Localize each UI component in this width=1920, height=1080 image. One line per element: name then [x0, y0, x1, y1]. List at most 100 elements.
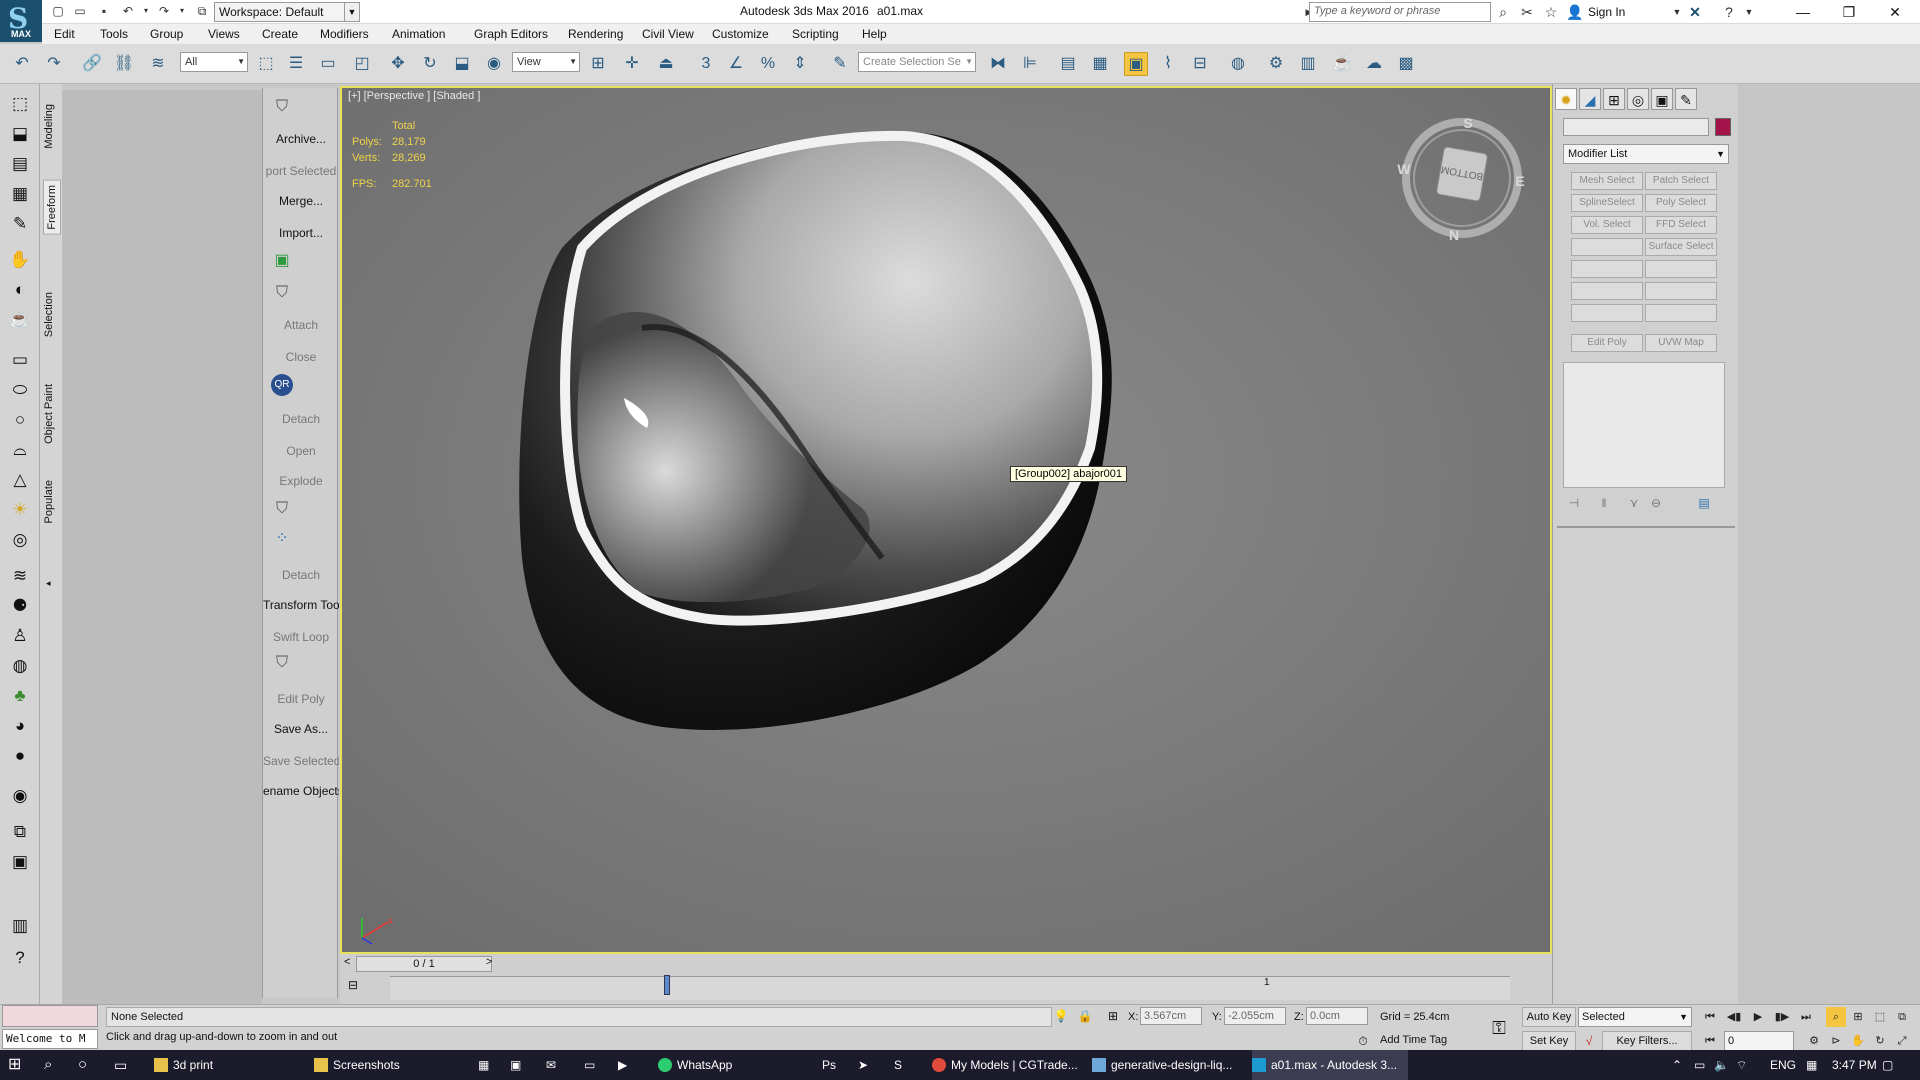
previous-frame-icon[interactable]: ◀▮: [1724, 1007, 1744, 1027]
tab-freeform[interactable]: Freeform: [43, 180, 61, 235]
chevron-down-icon[interactable]: ▼: [1668, 3, 1686, 21]
volume-icon[interactable]: 🔈: [1714, 1050, 1729, 1080]
menu-animation[interactable]: Animation: [392, 27, 445, 41]
bind-space-warp-icon[interactable]: ≋: [146, 52, 170, 76]
notification-icon[interactable]: ▢: [1882, 1050, 1893, 1080]
calendar-icon[interactable]: ▦: [1806, 1050, 1817, 1080]
key-mode-toggle-icon[interactable]: ⏮: [1700, 1031, 1720, 1051]
vol-select-button[interactable]: Vol. Select: [1571, 216, 1643, 234]
detach-button-2[interactable]: Detach: [263, 568, 339, 582]
save-icon[interactable]: ▪: [96, 3, 112, 19]
snaps-toggle-icon[interactable]: 3: [694, 52, 718, 76]
time-slider[interactable]: 0 / 1: [356, 956, 492, 972]
undo-icon[interactable]: ↶: [10, 52, 34, 76]
unlink-icon[interactable]: ⛓: [112, 52, 136, 76]
cortana-icon[interactable]: ○: [78, 1050, 102, 1080]
open-button[interactable]: Open: [263, 444, 339, 458]
percent-snap-icon[interactable]: %: [756, 52, 780, 76]
photoshop-icon[interactable]: Ps: [822, 1050, 842, 1080]
menu-customize[interactable]: Customize: [712, 27, 769, 41]
edit-poly-modifier-button[interactable]: Edit Poly: [1571, 334, 1643, 352]
select-by-name-icon[interactable]: ☰: [284, 52, 308, 76]
time-configuration-icon[interactable]: ⚙: [1804, 1031, 1824, 1051]
modifier-slot-empty-6[interactable]: [1571, 304, 1643, 322]
render-production-icon[interactable]: ☕: [1330, 52, 1354, 76]
time-prev-button[interactable]: <: [344, 956, 350, 968]
link-icon[interactable]: 🔗: [80, 52, 104, 76]
key-mode-dropdown[interactable]: Selected ▼: [1578, 1007, 1692, 1027]
tab-modeling[interactable]: Modeling: [43, 104, 55, 149]
taskbar-item-whatsapp[interactable]: WhatsApp: [658, 1050, 808, 1080]
remove-modifier-icon[interactable]: ⊖: [1647, 494, 1665, 512]
make-unique-icon[interactable]: ⋎: [1625, 494, 1643, 512]
uvw-map-button[interactable]: UVW Map: [1645, 334, 1717, 352]
menu-graph-editors[interactable]: Graph Editors: [474, 27, 548, 41]
task-view-icon[interactable]: ▭: [114, 1050, 138, 1080]
menu-views[interactable]: Views: [208, 27, 240, 41]
mini-curve-editor-icon[interactable]: ⊟: [348, 978, 358, 992]
help-icon[interactable]: ?: [8, 946, 32, 970]
menu-modifiers[interactable]: Modifiers: [320, 27, 369, 41]
maxscript-listener-input[interactable]: Welcome to M: [2, 1029, 98, 1049]
viewport-label[interactable]: [+] [Perspective ] [Shaded ]: [348, 90, 480, 102]
taskbar-item-generative-design[interactable]: generative-design-liq...: [1092, 1050, 1242, 1080]
isolate-selection-icon[interactable]: 💡: [1052, 1007, 1070, 1025]
layer-explorer-icon[interactable]: ▤: [1056, 52, 1080, 76]
tab-populate[interactable]: Populate: [43, 480, 55, 523]
teapot-icon[interactable]: ☕: [8, 308, 32, 332]
binoculars-icon[interactable]: ⌕: [1494, 3, 1512, 21]
globe-icon[interactable]: ◍: [8, 654, 32, 678]
taskbar-item-chrome[interactable]: My Models | CGTrade...: [932, 1050, 1082, 1080]
scene-explorer-icon[interactable]: ▣: [1124, 52, 1148, 76]
redo-dropdown-icon[interactable]: ▾: [174, 3, 190, 19]
paint-icon[interactable]: ✎: [8, 212, 32, 236]
language-indicator[interactable]: ENG: [1770, 1050, 1796, 1080]
z-coordinate-field[interactable]: 0.0cm: [1306, 1007, 1368, 1025]
utilities-tab-icon[interactable]: ✎: [1675, 88, 1697, 110]
key-tangents-icon[interactable]: √: [1580, 1032, 1598, 1050]
modifier-slot-empty-1[interactable]: [1571, 238, 1643, 256]
open-file-icon[interactable]: ▭: [72, 3, 88, 19]
zoom-icon[interactable]: ⌕: [1826, 1007, 1846, 1027]
cylinder-icon[interactable]: ⌓: [8, 438, 32, 462]
redo-icon[interactable]: ↷: [156, 3, 172, 19]
sphere-icon[interactable]: ○: [8, 408, 32, 432]
selection-lock-icon[interactable]: 🔒: [1076, 1007, 1094, 1025]
modifier-slot-empty-2[interactable]: [1571, 260, 1643, 278]
render-iterative-icon[interactable]: ☁: [1362, 52, 1386, 76]
swift-loop-button[interactable]: Swift Loop: [263, 630, 339, 644]
spinner-snap-icon[interactable]: ⇕: [788, 52, 812, 76]
select-manipulate-icon[interactable]: ✛: [620, 52, 644, 76]
modifier-list-dropdown[interactable]: Modifier List ▼: [1563, 144, 1729, 164]
mirror-icon[interactable]: ⧓: [986, 52, 1010, 76]
toggle-ribbon-icon[interactable]: ▦: [1088, 52, 1112, 76]
network-icon[interactable]: ▭: [1694, 1050, 1705, 1080]
attach-icon[interactable]: ⛉: [271, 282, 293, 304]
cone-icon[interactable]: △: [8, 468, 32, 492]
modifier-slot-empty-3[interactable]: [1645, 260, 1717, 278]
sign-in-button[interactable]: Sign In: [1588, 5, 1625, 19]
redo-icon[interactable]: ↷: [42, 52, 66, 76]
menu-civil-view[interactable]: Civil View: [642, 27, 694, 41]
go-to-start-icon[interactable]: ⏮: [1700, 1007, 1720, 1027]
menu-group[interactable]: Group: [150, 27, 183, 41]
perspective-viewport[interactable]: [+] [Perspective ] [Shaded ] Total Polys…: [340, 86, 1552, 954]
auto-key-button[interactable]: Auto Key: [1522, 1007, 1576, 1027]
spline-select-button[interactable]: SplineSelect: [1571, 194, 1643, 212]
pan-icon[interactable]: ✋: [1848, 1031, 1868, 1051]
archive-button[interactable]: Archive...: [263, 132, 339, 146]
attach-button[interactable]: Attach: [263, 318, 339, 332]
modifier-slot-empty-7[interactable]: [1645, 304, 1717, 322]
ellipse-icon[interactable]: ⬭: [8, 378, 32, 402]
render-setup-icon[interactable]: ⚙: [1264, 52, 1288, 76]
mail-icon[interactable]: ✉: [546, 1050, 566, 1080]
absolute-mode-icon[interactable]: ⊞: [1104, 1007, 1122, 1025]
configure-sets-icon[interactable]: ▤: [1695, 494, 1713, 512]
save-selected-button[interactable]: Save Selected: [263, 754, 339, 768]
rectangular-selection-icon[interactable]: ▭: [316, 52, 340, 76]
x-coordinate-field[interactable]: 3.567cm: [1140, 1007, 1202, 1025]
project-folder-icon[interactable]: ⧉: [194, 3, 210, 19]
material-icon[interactable]: ◕: [8, 714, 32, 738]
media-icon[interactable]: ▶: [618, 1050, 638, 1080]
mesh-select-button[interactable]: Mesh Select: [1571, 172, 1643, 190]
